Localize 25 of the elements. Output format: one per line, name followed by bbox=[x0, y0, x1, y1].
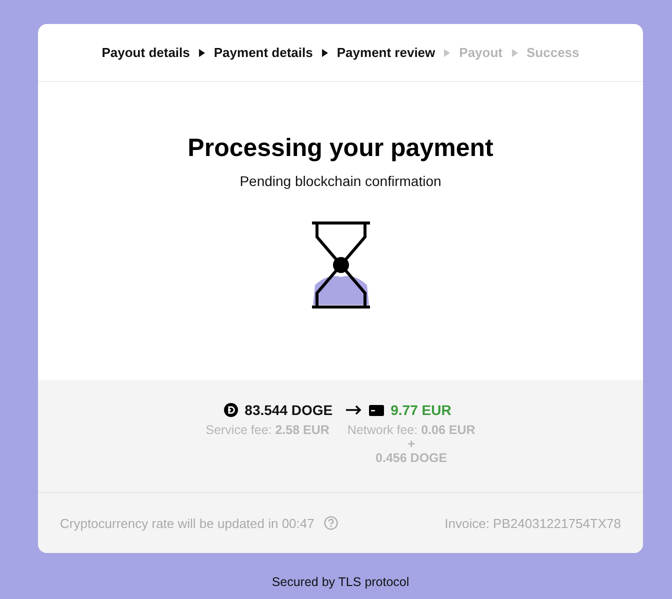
service-fee: Service fee: 2.58 EUR bbox=[206, 423, 330, 439]
fiat-amount: 9.77 EUR bbox=[390, 402, 452, 418]
triangle-icon bbox=[322, 48, 328, 56]
status-text: Pending blockchain confirmation bbox=[240, 173, 442, 189]
triangle-icon bbox=[198, 48, 205, 56]
step-label: Payment details bbox=[214, 45, 313, 60]
card-icon bbox=[368, 404, 384, 416]
network-fee: Network fee: 0.06 EUR bbox=[347, 423, 476, 437]
coin-icon bbox=[224, 403, 238, 417]
step-label: Payment review bbox=[336, 45, 436, 60]
triangle-icon bbox=[444, 48, 450, 56]
hourglass-icon bbox=[310, 221, 372, 309]
arrow-icon bbox=[346, 405, 362, 415]
security-note: Secured by TLS protocol bbox=[272, 575, 410, 589]
triangle-icon bbox=[512, 48, 518, 56]
plus-sign: + bbox=[408, 437, 415, 451]
rate-notice: Cryptocurrency rate will be updated in 00:47 bbox=[60, 516, 314, 530]
page-title: Processing your payment bbox=[188, 134, 494, 163]
step-label: Payout bbox=[459, 45, 502, 60]
invoice-number: Invoice: PB24031221754TX78 bbox=[444, 516, 621, 530]
help-icon[interactable] bbox=[324, 516, 338, 530]
crypto-amount: 83.544 DOGE bbox=[244, 402, 333, 418]
step-label: Success bbox=[526, 45, 580, 60]
step-label: Payout details bbox=[102, 45, 190, 60]
network-fee-extra: 0.456 DOGE bbox=[376, 451, 448, 465]
